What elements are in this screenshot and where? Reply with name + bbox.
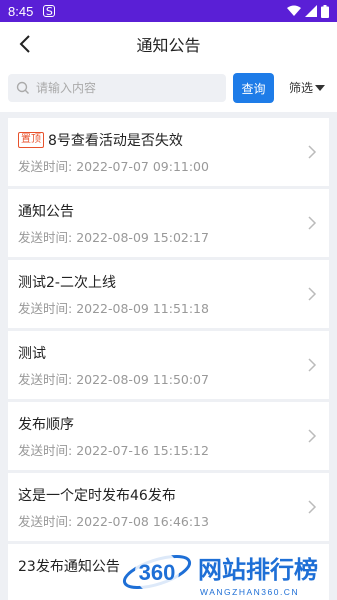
watermark-number: 360 xyxy=(139,560,176,585)
wifi-icon xyxy=(287,5,301,16)
list-item[interactable]: 测试2-二次上线 发送时间: 2022-08-09 11:51:18 xyxy=(8,260,329,328)
notice-time: 2022-07-08 16:46:13 xyxy=(76,514,209,529)
chevron-right-icon xyxy=(308,358,317,372)
notice-title: 通知公告 xyxy=(18,204,74,220)
chevron-right-icon xyxy=(308,145,317,159)
list-item[interactable]: 测试 发送时间: 2022-08-09 11:50:07 xyxy=(8,331,329,399)
filter-dropdown[interactable]: 筛选 xyxy=(289,79,326,96)
notice-title: 测试 xyxy=(18,346,46,362)
notice-time: 2022-07-07 09:11:00 xyxy=(76,159,209,174)
filter-label: 筛选 xyxy=(289,81,314,95)
list-item[interactable]: 这是一个定时发布46发布 发送时间: 2022-07-08 16:46:13 xyxy=(8,473,329,541)
chevron-right-icon xyxy=(308,500,317,514)
list-item[interactable]: 置顶 8号查看活动是否失效 发送时间: 2022-07-07 09:11:00 xyxy=(8,118,329,186)
search-box xyxy=(8,74,226,102)
status-bar: 8:45 S xyxy=(0,0,337,22)
list-item[interactable]: 通知公告 发送时间: 2022-08-09 15:02:17 xyxy=(8,189,329,257)
back-arrow-icon[interactable] xyxy=(14,32,38,56)
caret-down-icon xyxy=(315,84,326,91)
watermark-logo: 360 网站排行榜 WANGZHAN360.CN xyxy=(122,550,318,597)
sim-icon: S xyxy=(43,5,56,18)
time-label: 发送时间: xyxy=(18,159,73,174)
time-label: 发送时间: xyxy=(18,372,73,387)
pinned-badge: 置顶 xyxy=(18,132,44,148)
chevron-right-icon xyxy=(308,287,317,301)
search-input[interactable] xyxy=(36,81,216,95)
signal-icon xyxy=(305,5,317,17)
notice-title: 23发布通知公告 xyxy=(18,559,120,575)
time-label: 发送时间: xyxy=(18,230,73,245)
status-time: 8:45 xyxy=(8,3,34,19)
notice-title: 8号查看活动是否失效 xyxy=(48,133,183,149)
search-icon xyxy=(16,81,29,94)
time-label: 发送时间: xyxy=(18,301,73,316)
notice-time: 2022-07-16 15:15:12 xyxy=(76,443,209,458)
notice-title: 测试2-二次上线 xyxy=(18,275,116,291)
chevron-right-icon xyxy=(308,429,317,443)
notice-list: 置顶 8号查看活动是否失效 发送时间: 2022-07-07 09:11:00 … xyxy=(8,118,329,600)
notice-time: 2022-08-09 15:02:17 xyxy=(76,230,209,245)
time-label: 发送时间: xyxy=(18,514,73,529)
notice-title: 发布顺序 xyxy=(18,417,74,433)
list-item[interactable]: 发布顺序 发送时间: 2022-07-16 15:15:12 xyxy=(8,402,329,470)
battery-icon xyxy=(321,4,329,18)
chevron-right-icon xyxy=(308,216,317,230)
watermark-domain: WANGZHAN360.CN xyxy=(200,587,299,597)
query-button[interactable]: 查询 xyxy=(233,73,274,103)
page-title: 通知公告 xyxy=(136,36,201,55)
notice-title: 这是一个定时发布46发布 xyxy=(18,488,176,504)
nav-bar: 通知公告 xyxy=(0,22,337,66)
search-bar: 查询 筛选 xyxy=(0,66,337,112)
watermark-brand: 网站排行榜 xyxy=(198,556,318,584)
status-icons xyxy=(287,4,329,18)
notice-time: 2022-08-09 11:51:18 xyxy=(76,301,209,316)
notice-time: 2022-08-09 11:50:07 xyxy=(76,372,209,387)
time-label: 发送时间: xyxy=(18,443,73,458)
